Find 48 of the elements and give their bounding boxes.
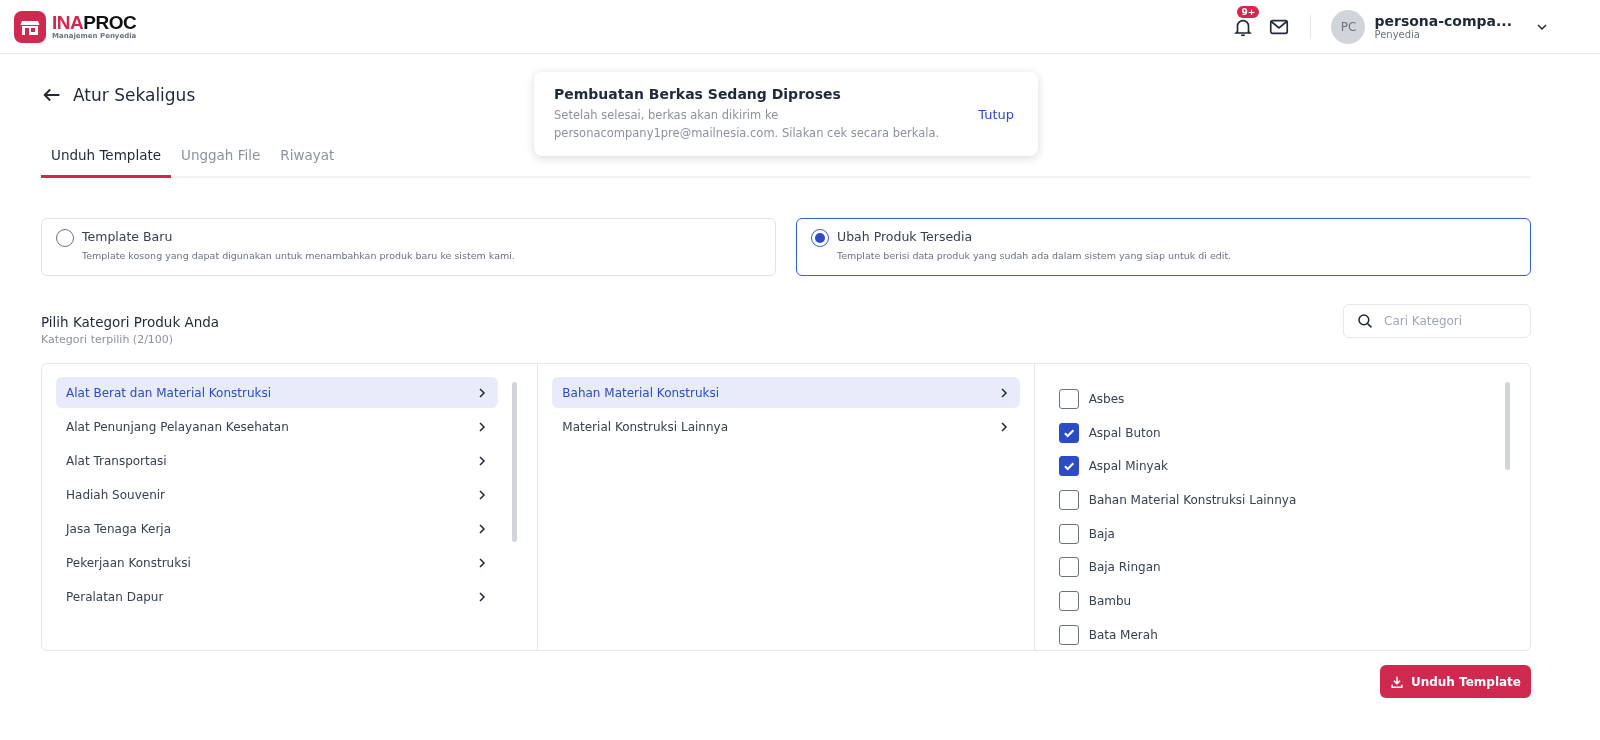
template-option-card[interactable]: Template Baru Template kosong yang dapat digunakan untuk menambahkan produk baru ke sistem kami. <box>41 218 776 276</box>
store-logo-icon <box>14 10 46 43</box>
category-item[interactable]: Alat Transportasi <box>56 445 499 476</box>
checkbox[interactable] <box>1058 388 1079 409</box>
template-option-card[interactable]: Ubah Produk Tersedia Template berisi data produk yang sudah ada dalam sistem yang siap untuk di edit. <box>796 218 1531 276</box>
download-template-button[interactable]: Unduh Template <box>1379 665 1531 698</box>
category-item[interactable]: Alat Berat dan Material Konstruksi <box>56 377 499 408</box>
checkbox[interactable] <box>1058 590 1079 611</box>
checkbox-label: Asbes <box>1088 391 1125 406</box>
notification-badge: 9+ <box>1237 5 1260 18</box>
page-title: Atur Sekaligus <box>73 85 196 105</box>
checkbox[interactable] <box>1058 557 1079 578</box>
category-item[interactable]: Bahan Material Konstruksi <box>552 377 1020 408</box>
category-item[interactable]: Material Konstruksi Lainnya <box>552 411 1020 442</box>
checkbox-label: Bata Merah <box>1088 627 1158 642</box>
checkbox[interactable] <box>1058 456 1079 477</box>
category-item[interactable]: Peralatan Dapur <box>56 581 499 612</box>
search-field[interactable]: Cari Kategori <box>1343 304 1531 338</box>
option-description: Template kosong yang dapat digunakan untuk menambahkan produk baru ke sistem kami. <box>82 250 515 261</box>
selected-count: Kategori terpilih (2/100) <box>41 333 175 346</box>
tab[interactable]: Unduh Template <box>41 137 171 178</box>
checkbox[interactable] <box>1058 489 1079 510</box>
scrollbar[interactable] <box>1505 382 1510 470</box>
checkbox-label: Aspal Minyak <box>1088 459 1168 474</box>
close-link[interactable]: Tutup <box>978 106 1014 122</box>
scrollbar[interactable] <box>512 382 518 542</box>
user-name: persona-compa... <box>1374 13 1512 29</box>
checkbox[interactable] <box>1058 523 1079 544</box>
checkbox-label: Baja Ringan <box>1088 560 1161 575</box>
toast-title: Pembuatan Berkas Sedang Diproses <box>554 86 842 102</box>
category-item[interactable]: Alat Penunjang Pelayanan Kesehatan <box>56 411 499 442</box>
option-title: Ubah Produk Tersedia <box>837 229 974 244</box>
user-role: Penyedia <box>1374 29 1421 40</box>
category-item[interactable]: Hadiah Souvenir <box>56 479 499 510</box>
section-title: Pilih Kategori Produk Anda <box>41 314 220 330</box>
checkbox-label: Aspal Buton <box>1088 425 1161 440</box>
category-item[interactable]: Jasa Tenaga Kerja <box>56 513 499 544</box>
toast-message: Setelah selesai, berkas akan dikirim ke personacompany1pre@mailnesia.com. Silakan cek secara berkala. <box>554 107 941 142</box>
option-description: Template berisi data produk yang sudah ada dalam sistem yang siap untuk di edit. <box>837 250 1232 261</box>
checkbox-label: Bahan Material Konstruksi Lainnya <box>1088 492 1297 507</box>
category-item[interactable]: Pekerjaan Konstruksi <box>56 547 499 578</box>
checkbox-label: Bambu <box>1088 593 1132 608</box>
download-icon <box>1389 674 1404 689</box>
option-title: Template Baru <box>82 229 174 244</box>
checkbox-label: Baja <box>1088 526 1115 541</box>
checkbox[interactable] <box>1058 422 1079 443</box>
logo-wordmark: INAPROC <box>52 13 137 32</box>
checkbox[interactable] <box>1058 624 1079 645</box>
